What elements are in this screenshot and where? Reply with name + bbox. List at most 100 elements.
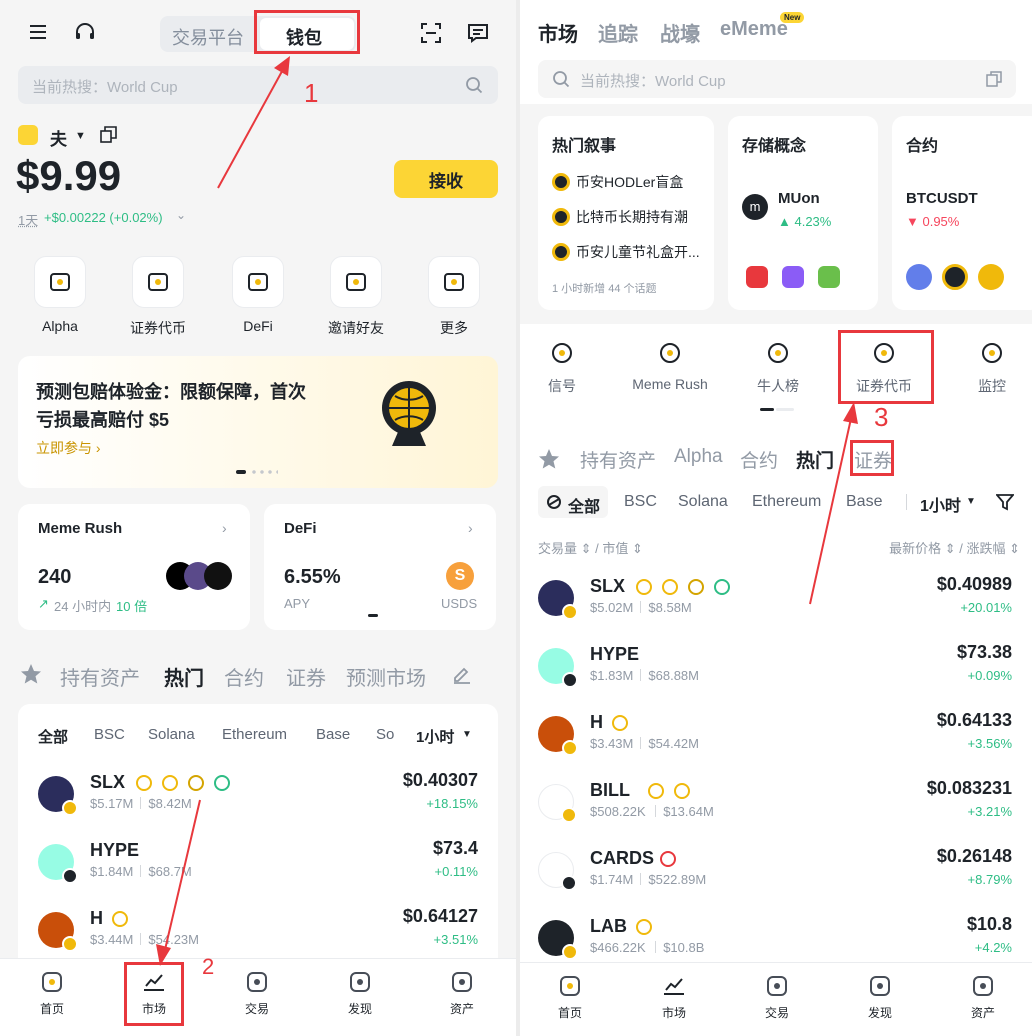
balance: $9.99 bbox=[16, 152, 122, 199]
market-tab[interactable]: 证券 bbox=[286, 662, 326, 691]
scan-icon[interactable] bbox=[420, 22, 442, 44]
market-tab[interactable]: 持有资产 bbox=[60, 662, 140, 691]
token-volume: $5.17M bbox=[90, 796, 134, 811]
nav-item-0[interactable]: 首页 bbox=[22, 970, 82, 1017]
chevron-down-icon[interactable]: ▼ bbox=[462, 729, 472, 740]
copy-icon[interactable] bbox=[100, 126, 117, 143]
market-tab[interactable]: 持有资产 bbox=[580, 446, 656, 473]
chain-tab[interactable]: So bbox=[376, 726, 394, 743]
feature-label: 监控 bbox=[978, 378, 1006, 394]
separator bbox=[655, 941, 657, 953]
separator bbox=[640, 737, 642, 749]
contract-token: BTCUSDT bbox=[906, 190, 978, 207]
narrative-item[interactable]: 比特币长期持有潮 bbox=[576, 207, 688, 227]
feature-label: 信号 bbox=[548, 378, 576, 394]
chain-badge-icon bbox=[562, 672, 578, 688]
chain-tab[interactable]: Ethereum bbox=[222, 726, 287, 743]
chain-badge-icon bbox=[561, 807, 577, 823]
chevron-down-icon[interactable]: ▼ bbox=[966, 496, 976, 507]
tab-exchange[interactable]: 交易平台 bbox=[172, 24, 244, 50]
chain-tab[interactable]: Base bbox=[316, 726, 350, 743]
carousel-dot bbox=[760, 408, 774, 411]
sort-volume-mcap[interactable]: 交易量 ⇕ / 市值 ⇕ bbox=[538, 538, 643, 557]
token-volume: $5.02M bbox=[590, 600, 634, 615]
nav-item-1[interactable]: 市场 bbox=[644, 974, 704, 1021]
chain-tab[interactable]: 全部 bbox=[568, 493, 600, 517]
top-tab[interactable]: 市场 bbox=[538, 18, 578, 47]
market-tab[interactable]: 热门 bbox=[164, 662, 204, 691]
receive-button[interactable]: 接收 bbox=[394, 160, 498, 198]
account-name[interactable]: 夫 bbox=[50, 125, 67, 150]
chain-tab[interactable]: Solana bbox=[678, 493, 728, 511]
token-tag-icon bbox=[188, 775, 204, 791]
narrative-item[interactable]: 币安HODLer盲盒 bbox=[576, 172, 683, 192]
more-icon[interactable] bbox=[428, 256, 480, 308]
edit-icon[interactable] bbox=[452, 664, 472, 684]
nav-item-3[interactable]: 发现 bbox=[330, 970, 390, 1017]
defi-icon[interactable] bbox=[232, 256, 284, 308]
chain-badge-icon bbox=[62, 936, 78, 952]
top-tab[interactable]: 追踪 bbox=[598, 18, 638, 47]
star-icon[interactable] bbox=[20, 663, 42, 685]
carousel-dots bbox=[250, 470, 278, 474]
chevron-down-icon[interactable]: ⌄ bbox=[176, 208, 186, 222]
market-tab[interactable]: 预测市场 bbox=[346, 662, 426, 691]
shortcut-label: 证券代币 bbox=[130, 320, 186, 336]
sort-price-change[interactable]: 最新价格 ⇕ / 涨跌幅 ⇕ bbox=[889, 538, 1020, 557]
banner-link[interactable]: 立即参与 › bbox=[36, 438, 101, 458]
token-tag-icon bbox=[674, 783, 690, 799]
menu-icon[interactable] bbox=[28, 22, 48, 42]
narrative-item[interactable]: 币安儿童节礼盒开... bbox=[576, 242, 700, 262]
market-tab[interactable]: 合约 bbox=[224, 662, 264, 691]
nav-item-3[interactable]: 发现 bbox=[850, 974, 910, 1021]
token-mcap: $8.58M bbox=[648, 600, 692, 615]
chain-tab[interactable]: Solana bbox=[148, 726, 195, 743]
timeframe-select[interactable]: 1小时 bbox=[416, 726, 454, 747]
meme-rush-value: 240 bbox=[38, 566, 72, 588]
token-icon bbox=[538, 580, 578, 620]
timeframe-select[interactable]: 1小时 bbox=[920, 492, 961, 516]
chain-tab[interactable]: BSC bbox=[94, 726, 125, 743]
nav-label: 发现 bbox=[347, 1002, 372, 1016]
defi-value: 6.55% bbox=[284, 566, 341, 588]
assets-icon bbox=[971, 974, 995, 998]
shortcut-label: Alpha bbox=[42, 318, 78, 334]
nav-label: 市场 bbox=[661, 1006, 686, 1020]
invite-friends-icon[interactable] bbox=[330, 256, 382, 308]
signal-icon[interactable] bbox=[549, 340, 575, 366]
nav-item-2[interactable]: 交易 bbox=[747, 974, 807, 1021]
top-tab[interactable]: 战壕 bbox=[660, 18, 700, 47]
period-label[interactable]: 1天 bbox=[18, 210, 38, 229]
headset-icon[interactable] bbox=[74, 21, 96, 43]
star-icon[interactable] bbox=[538, 448, 560, 470]
copy-icon[interactable] bbox=[986, 71, 1002, 87]
nav-item-0[interactable]: 首页 bbox=[540, 974, 600, 1021]
carousel-dot bbox=[236, 470, 246, 474]
chain-badge-icon bbox=[562, 740, 578, 756]
nav-item-4[interactable]: 资产 bbox=[432, 970, 492, 1017]
market-tab[interactable]: Alpha bbox=[674, 446, 723, 468]
nav-item-4[interactable]: 资产 bbox=[953, 974, 1013, 1021]
securities-token-icon[interactable] bbox=[132, 256, 184, 308]
meme-rush-icon[interactable] bbox=[657, 340, 683, 366]
banner-line1: 预测包赔体验金：限额保障，首次 bbox=[36, 382, 306, 402]
defi-title: DeFi bbox=[284, 520, 317, 537]
separator bbox=[140, 865, 142, 877]
monitor-icon[interactable] bbox=[979, 340, 1005, 366]
message-icon[interactable] bbox=[467, 22, 489, 44]
globe-trophy-icon bbox=[378, 378, 440, 450]
chain-tab[interactable]: 全部 bbox=[38, 726, 68, 747]
filter-icon[interactable] bbox=[996, 493, 1014, 511]
token-icon bbox=[38, 776, 78, 816]
search-icon[interactable] bbox=[465, 76, 483, 94]
top-tab[interactable]: eMeme bbox=[720, 18, 788, 41]
alpha-icon[interactable] bbox=[34, 256, 86, 308]
chain-tab[interactable]: BSC bbox=[624, 493, 657, 511]
nav-item-2[interactable]: 交易 bbox=[227, 970, 287, 1017]
leaderboard-icon[interactable] bbox=[765, 340, 791, 366]
market-tab[interactable]: 合约 bbox=[740, 446, 778, 473]
chevron-down-icon[interactable]: ▼ bbox=[75, 130, 86, 142]
annotation-arrow-3 bbox=[809, 402, 858, 605]
token-change: +4.2% bbox=[974, 940, 1012, 955]
token-name: HYPE bbox=[90, 840, 140, 860]
